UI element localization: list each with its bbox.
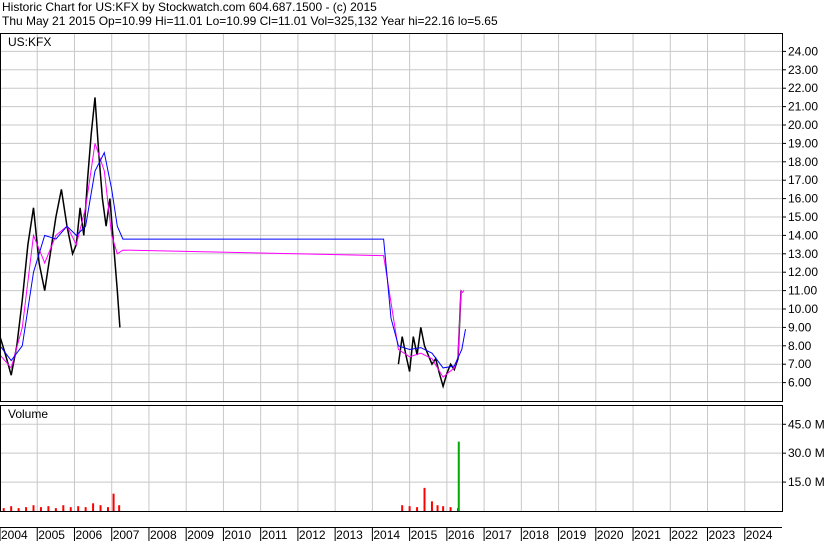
x-tick-label: 2012 xyxy=(299,528,326,542)
x-tick-label: 2023 xyxy=(709,528,736,542)
volume-bars-layer xyxy=(2,441,460,511)
price-y-tick-label: 9.00 xyxy=(788,320,812,334)
x-tick-label: 2007 xyxy=(113,528,140,542)
price-y-tick-label: 24.00 xyxy=(788,44,818,58)
stock-chart: Historic Chart for US:KFX by Stockwatch.… xyxy=(0,0,830,543)
x-tick-label: 2013 xyxy=(336,528,363,542)
x-tick-label: 2019 xyxy=(560,528,587,542)
x-tick-label: 2024 xyxy=(746,528,773,542)
x-tick-label: 2017 xyxy=(485,528,512,542)
x-tick-label: 2015 xyxy=(411,528,438,542)
price-y-tick-label: 15.00 xyxy=(788,210,818,224)
series-line-price xyxy=(397,290,462,389)
price-y-tick-label: 18.00 xyxy=(788,155,818,169)
price-y-tick-label: 19.00 xyxy=(788,136,818,150)
price-panel-title: US:KFX xyxy=(8,35,51,49)
price-y-tick-label: 13.00 xyxy=(788,247,818,261)
price-y-tick-label: 11.00 xyxy=(788,284,817,298)
x-tick-label: 2020 xyxy=(597,528,624,542)
x-tick-label: 2016 xyxy=(448,528,475,542)
price-y-tick-label: 12.00 xyxy=(788,265,818,279)
volume-panel-title: Volume xyxy=(8,407,48,421)
x-tick-label: 2006 xyxy=(75,528,102,542)
x-tick-label: 2011 xyxy=(262,528,288,542)
series-line-ma_long xyxy=(0,151,466,369)
price-series-layer xyxy=(0,97,466,389)
price-y-tick-labels: 24.00 23.00 22.00 21.00 20.00 19.00 18.00 17.00… xyxy=(782,44,818,390)
price-y-tick-label: 16.00 xyxy=(788,192,818,206)
x-tick-label: 2005 xyxy=(38,528,65,542)
series-line-price xyxy=(0,97,121,376)
price-y-tick-label: 20.00 xyxy=(788,118,818,132)
volume-gridlines xyxy=(0,423,782,483)
volume-panel-frame xyxy=(0,405,783,512)
price-gridlines xyxy=(0,50,782,384)
volume-y-tick-label: 30.0 M xyxy=(788,446,825,460)
price-y-tick-label: 6.00 xyxy=(788,376,812,390)
x-tick-labels: 2004 2005 2006 2007 2008 2009 2010 2011 2012 2013… xyxy=(0,528,773,542)
series-line-ma_short xyxy=(0,143,465,378)
x-tick-label: 2009 xyxy=(187,528,214,542)
volume-y-tick-label: 45.0 M xyxy=(788,417,825,431)
price-y-tick-label: 14.00 xyxy=(788,228,818,242)
price-y-tick-label: 7.00 xyxy=(788,357,812,371)
x-tick-label: 2021 xyxy=(634,528,661,542)
price-y-tick-label: 8.00 xyxy=(788,339,812,353)
x-tick-label: 2004 xyxy=(1,528,28,542)
price-y-tick-label: 10.00 xyxy=(788,302,818,316)
price-y-tick-label: 22.00 xyxy=(788,81,818,95)
x-tick-label: 2010 xyxy=(224,528,251,542)
chart-canvas: 24.00 23.00 22.00 21.00 20.00 19.00 18.00 17.00… xyxy=(0,33,825,542)
x-tick-label: 2018 xyxy=(522,528,549,542)
price-y-tick-label: 23.00 xyxy=(788,63,818,77)
x-tick-label: 2014 xyxy=(373,528,400,542)
x-tick-label: 2022 xyxy=(671,528,698,542)
volume-y-tick-label: 15.0 M xyxy=(788,475,825,489)
price-y-tick-label: 17.00 xyxy=(788,173,818,187)
x-tick-label: 2008 xyxy=(150,528,177,542)
volume-y-tick-labels: 45.0 M 30.0 M 15.0 M xyxy=(782,417,825,489)
price-y-tick-label: 21.00 xyxy=(788,100,818,114)
